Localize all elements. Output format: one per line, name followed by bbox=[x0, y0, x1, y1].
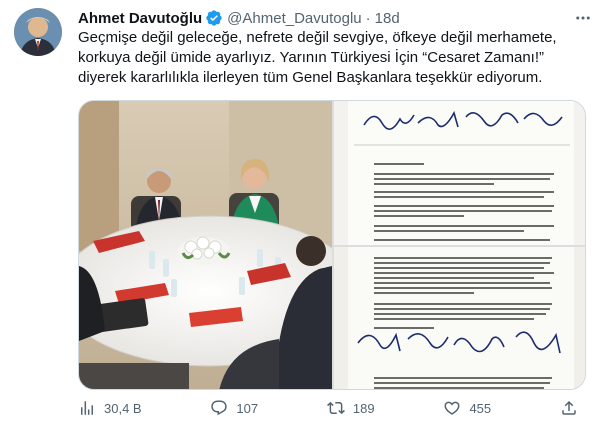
share-icon bbox=[562, 400, 576, 415]
like-icon bbox=[444, 401, 460, 415]
verified-badge-icon bbox=[205, 9, 223, 27]
avatar[interactable] bbox=[14, 8, 62, 56]
more-icon bbox=[576, 16, 590, 20]
signed-document-page-1[interactable] bbox=[334, 101, 585, 245]
tweet-text: Geçmişe değil geleceğe, nefrete değil se… bbox=[78, 29, 557, 86]
like-button[interactable]: 455 bbox=[443, 399, 491, 417]
reply-button[interactable]: 107 bbox=[210, 399, 258, 417]
tweet[interactable]: Ahmet Davutoğlu @Ahmet_Davutoglu · 18d G… bbox=[0, 0, 609, 427]
retweet-button[interactable]: 189 bbox=[326, 399, 375, 417]
views-icon bbox=[81, 401, 93, 415]
retweet-icon bbox=[326, 401, 345, 415]
tweet-timestamp[interactable]: 18d bbox=[375, 10, 400, 27]
author-handle[interactable]: @Ahmet_Davutoglu bbox=[227, 10, 361, 27]
retweet-count: 189 bbox=[352, 400, 375, 416]
author-name[interactable]: Ahmet Davutoğlu bbox=[78, 10, 202, 27]
like-count: 455 bbox=[469, 400, 492, 416]
reply-count: 107 bbox=[236, 400, 259, 416]
meeting-photo[interactable] bbox=[79, 101, 332, 389]
tweet-header: Ahmet Davutoğlu @Ahmet_Davutoglu · 18d bbox=[78, 8, 400, 28]
share-button[interactable] bbox=[560, 399, 578, 417]
separator-dot: · bbox=[365, 9, 371, 27]
more-button[interactable] bbox=[569, 8, 597, 28]
views-button[interactable]: 30,4 B bbox=[78, 399, 142, 417]
tweet-media[interactable] bbox=[78, 100, 586, 390]
signed-document-page-2[interactable] bbox=[334, 247, 585, 389]
reply-icon bbox=[211, 400, 228, 416]
views-count: 30,4 B bbox=[104, 400, 142, 416]
tweet-actions: 30,4 B 107 189 455 bbox=[78, 398, 578, 418]
